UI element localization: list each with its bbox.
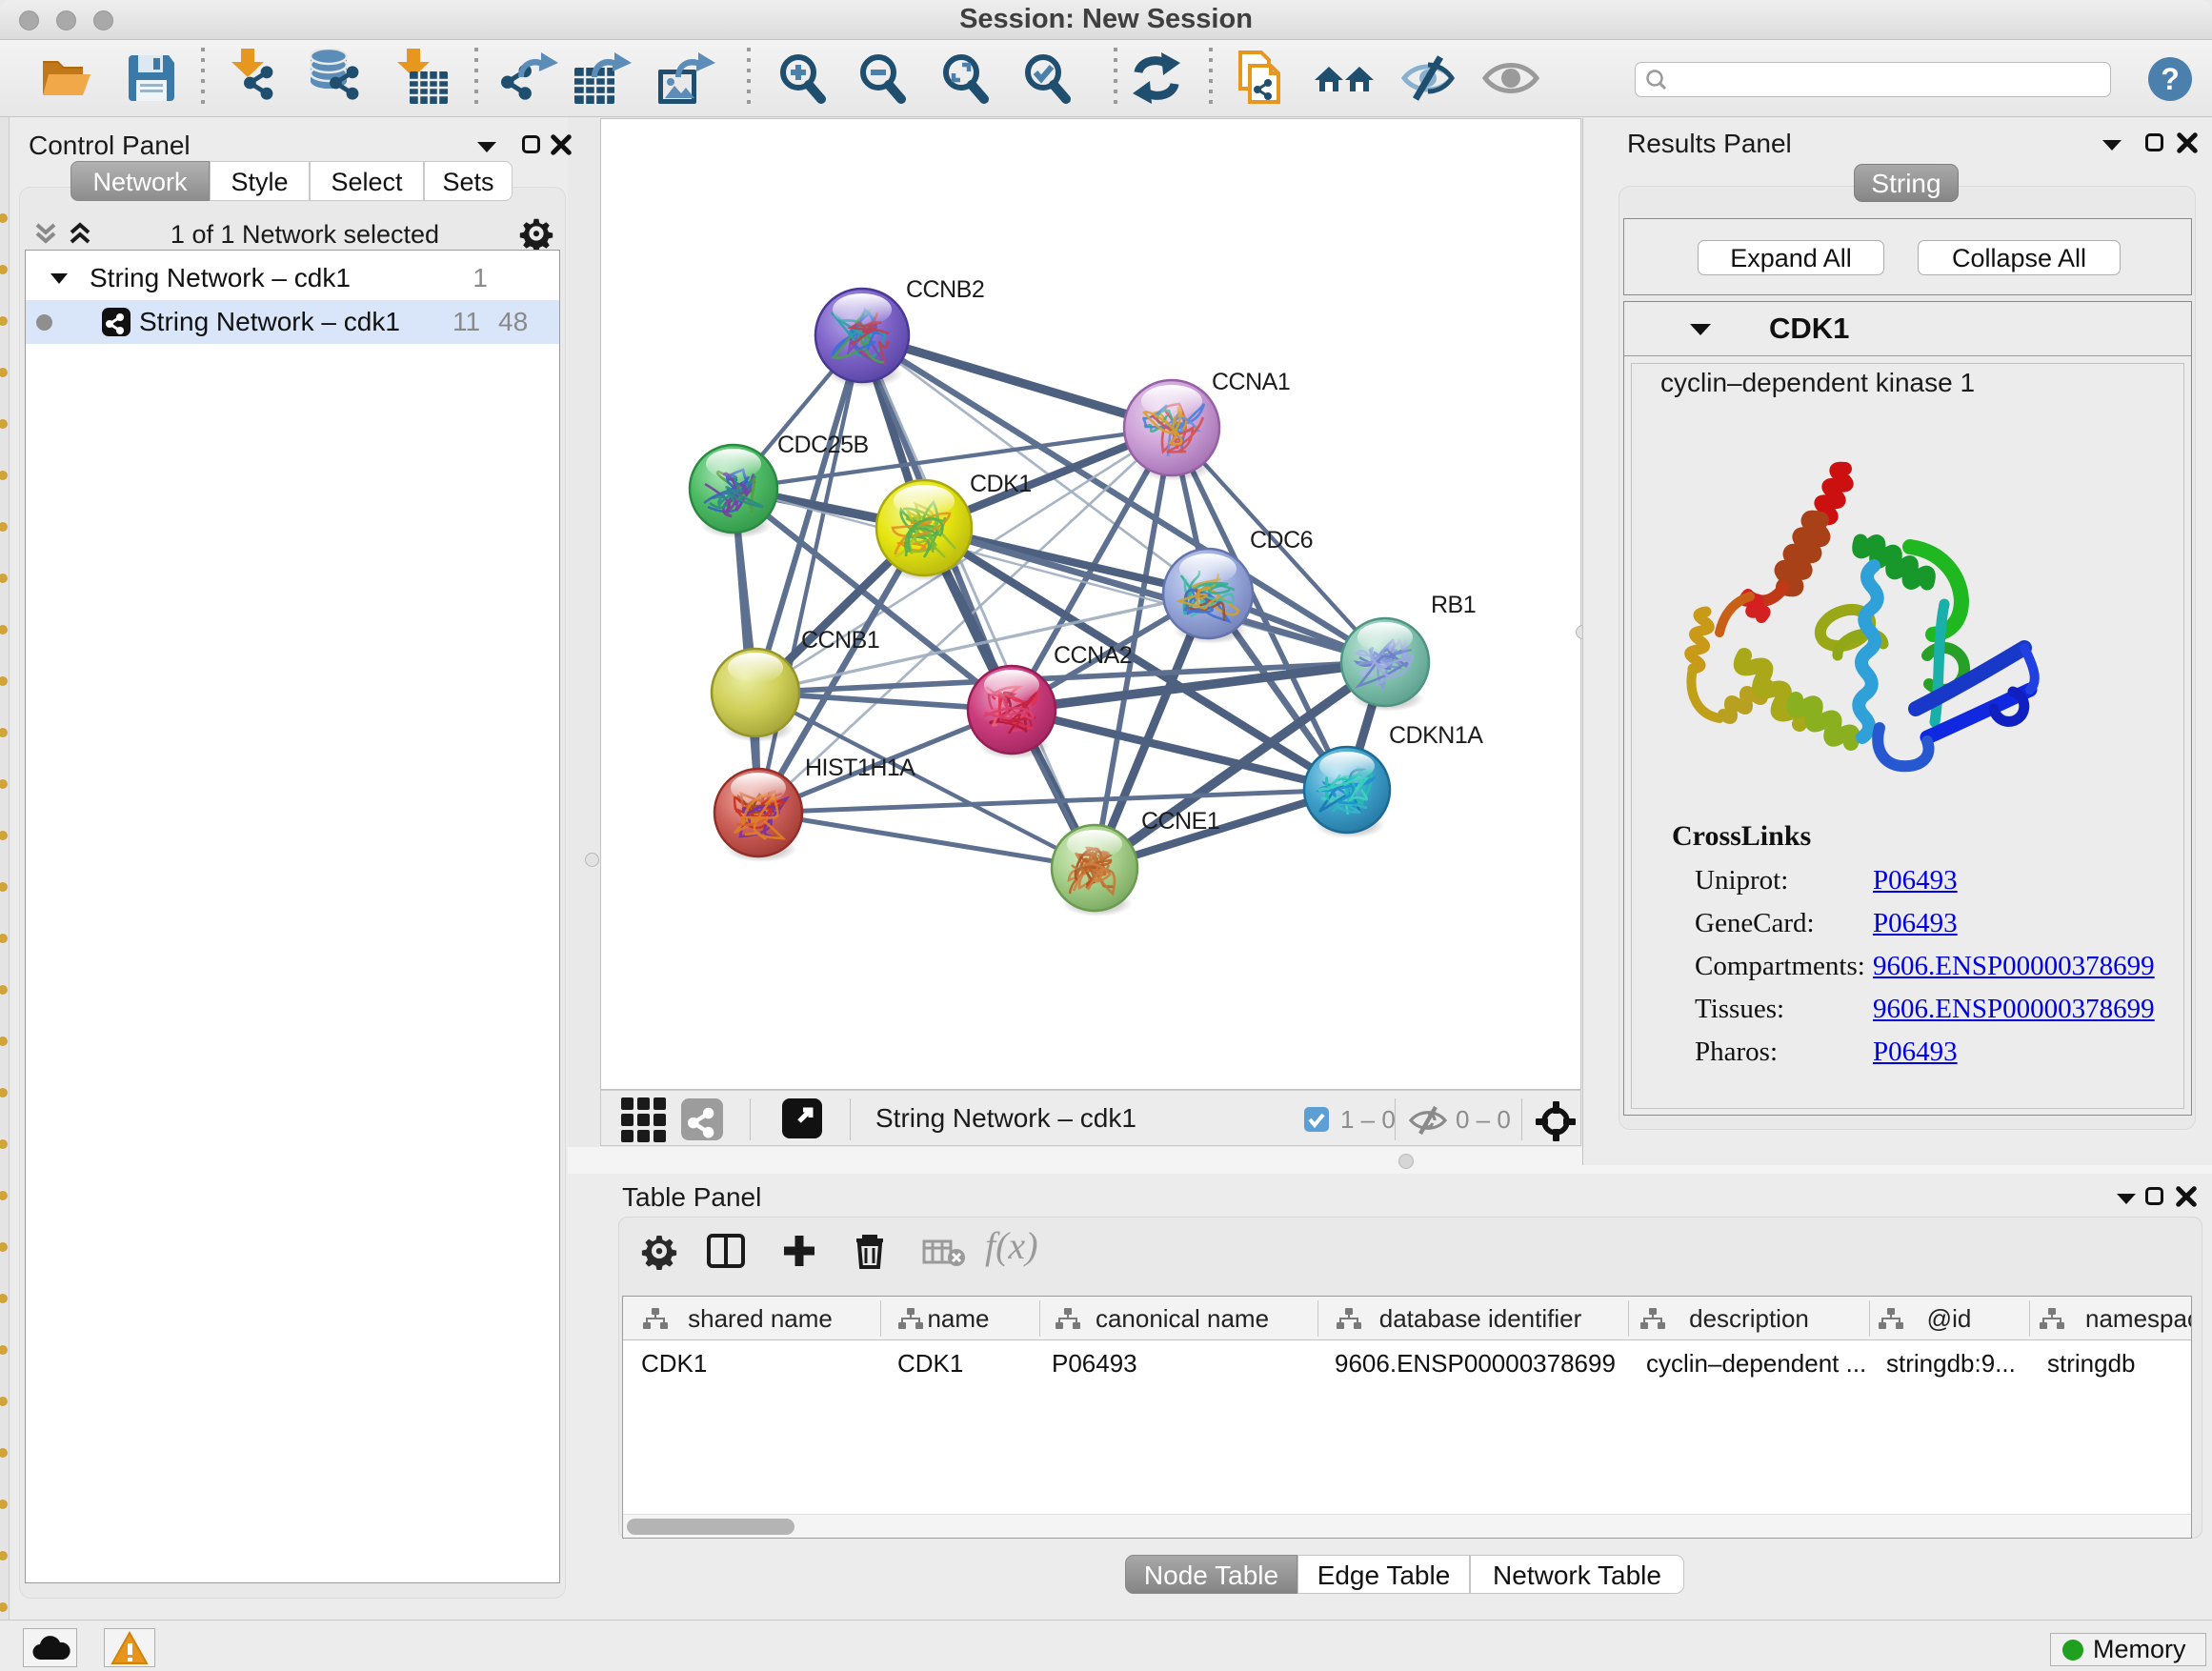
svg-text:HIST1H1A: HIST1H1A — [805, 755, 915, 781]
svg-text:RB1: RB1 — [1431, 592, 1476, 618]
svg-text:CDC6: CDC6 — [1250, 527, 1313, 554]
svg-text:CCNB1: CCNB1 — [801, 627, 879, 654]
svg-text:CDC25B: CDC25B — [777, 432, 869, 458]
svg-text:CCNA2: CCNA2 — [1054, 642, 1132, 669]
svg-text:CCNE1: CCNE1 — [1141, 808, 1219, 835]
svg-text:CCNB2: CCNB2 — [906, 276, 984, 303]
svg-text:CCNA1: CCNA1 — [1212, 369, 1290, 395]
svg-text:CDKN1A: CDKN1A — [1389, 722, 1483, 749]
svg-text:CDK1: CDK1 — [970, 471, 1032, 497]
